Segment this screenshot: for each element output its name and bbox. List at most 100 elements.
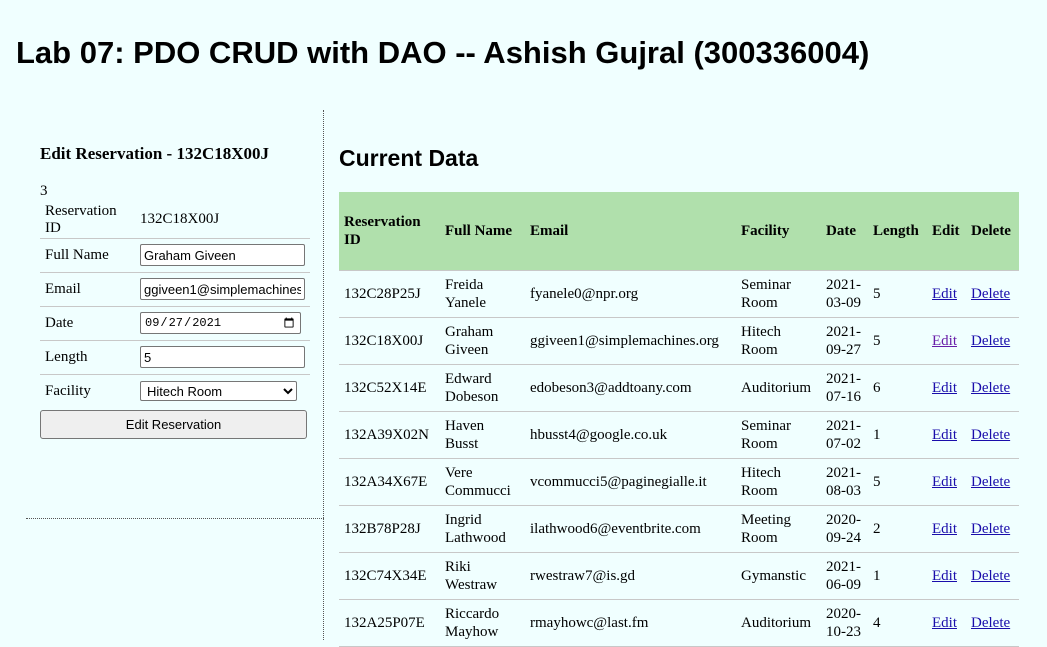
email-label: Email (45, 280, 81, 297)
delete-link[interactable]: Delete (971, 615, 1010, 631)
cell-length: 5 (868, 270, 927, 318)
cell-date: 2021-06-09 (821, 552, 868, 600)
full-name-label: Full Name (45, 246, 109, 263)
vertical-divider (323, 110, 324, 640)
form-row-date: Date (40, 306, 310, 340)
full-name-input[interactable] (140, 244, 305, 266)
form-row-facility: Facility Hitech Room (40, 374, 310, 408)
col-header-email: Email (525, 192, 736, 271)
delete-link[interactable]: Delete (971, 474, 1010, 490)
cell-full-name: Riccardo Mayhow (440, 599, 525, 647)
edit-link[interactable]: Edit (932, 521, 957, 537)
cell-full-name: Haven Busst (440, 411, 525, 459)
cell-facility: Auditorium (736, 364, 821, 412)
reservation-id-label: Reservation ID (45, 202, 117, 236)
delete-link[interactable]: Delete (971, 380, 1010, 396)
cell-full-name: Edward Dobeson (440, 364, 525, 412)
reservations-table: Reservation ID Full Name Email Facility … (339, 192, 1019, 647)
col-header-reservation-id: Reservation ID (339, 192, 440, 271)
table-row: 132B78P28J Ingrid Lathwood ilathwood6@ev… (339, 505, 1019, 553)
cell-email: vcommucci5@paginegialle.it (525, 458, 736, 506)
length-input[interactable] (140, 346, 305, 368)
edit-link[interactable]: Edit (932, 427, 957, 443)
cell-email: edobeson3@addtoany.com (525, 364, 736, 412)
cell-date: 2021-09-27 (821, 317, 868, 365)
form-row-reservation-id: Reservation ID 132C18X00J (40, 202, 310, 238)
cell-length: 1 (868, 411, 927, 459)
facility-label: Facility (45, 382, 91, 399)
cell-facility: Seminar Room (736, 270, 821, 318)
cell-facility: Gymanstic (736, 552, 821, 600)
table-row: 132C74X34E Riki Westraw rwestraw7@is.gd … (339, 552, 1019, 600)
cell-full-name: Graham Giveen (440, 317, 525, 365)
form-row-full-name: Full Name (40, 238, 310, 272)
table-row: 132C28P25J Freida Yanele fyanele0@npr.or… (339, 270, 1019, 318)
delete-link[interactable]: Delete (971, 286, 1010, 302)
reservation-id-value: 132C18X00J (140, 211, 220, 228)
cell-full-name: Vere Commucci (440, 458, 525, 506)
cell-facility: Hitech Room (736, 458, 821, 506)
cell-email: ilathwood6@eventbrite.com (525, 505, 736, 553)
horizontal-divider (26, 518, 324, 519)
form-row-email: Email (40, 272, 310, 306)
cell-length: 6 (868, 364, 927, 412)
delete-link[interactable]: Delete (971, 427, 1010, 443)
cell-date: 2020-10-23 (821, 599, 868, 647)
col-header-full-name: Full Name (440, 192, 525, 271)
cell-facility: Auditorium (736, 599, 821, 647)
cell-date: 2021-03-09 (821, 270, 868, 318)
table-row: 132C52X14E Edward Dobeson edobeson3@addt… (339, 364, 1019, 412)
cell-full-name: Riki Westraw (440, 552, 525, 600)
cell-reservation-id: 132A34X67E (339, 458, 440, 506)
facility-select[interactable]: Hitech Room (140, 381, 297, 402)
col-header-facility: Facility (736, 192, 821, 271)
current-data-heading: Current Data (339, 145, 479, 171)
cell-date: 2021-07-16 (821, 364, 868, 412)
cell-facility: Hitech Room (736, 317, 821, 365)
cell-full-name: Freida Yanele (440, 270, 525, 318)
table-row: 132C18X00J Graham Giveen ggiveen1@simple… (339, 317, 1019, 365)
col-header-date: Date (821, 192, 868, 271)
delete-link[interactable]: Delete (971, 521, 1010, 537)
cell-reservation-id: 132C18X00J (339, 317, 440, 365)
date-label: Date (45, 314, 74, 331)
edit-link[interactable]: Edit (932, 474, 957, 490)
col-header-length: Length (868, 192, 927, 271)
cell-reservation-id: 132B78P28J (339, 505, 440, 553)
cell-reservation-id: 132C52X14E (339, 364, 440, 412)
cell-email: fyanele0@npr.org (525, 270, 736, 318)
cell-date: 2020-09-24 (821, 505, 868, 553)
edit-link[interactable]: Edit (932, 286, 957, 302)
edit-reservation-button[interactable]: Edit Reservation (40, 410, 307, 439)
cell-email: rmayhowc@last.fm (525, 599, 736, 647)
page-title: Lab 07: PDO CRUD with DAO -- Ashish Gujr… (16, 35, 870, 70)
delete-link[interactable]: Delete (971, 568, 1010, 584)
cell-length: 5 (868, 317, 927, 365)
date-input[interactable] (140, 312, 301, 334)
table-row: 132A34X67E Vere Commucci vcommucci5@pagi… (339, 458, 1019, 506)
edit-form-heading: Edit Reservation - 132C18X00J (40, 144, 270, 163)
cell-reservation-id: 132C28P25J (339, 270, 440, 318)
cell-full-name: Ingrid Lathwood (440, 505, 525, 553)
table-header-row: Reservation ID Full Name Email Facility … (339, 192, 1019, 271)
row-number: 3 (40, 183, 48, 199)
edit-link[interactable]: Edit (932, 380, 957, 396)
cell-facility: Seminar Room (736, 411, 821, 459)
edit-link[interactable]: Edit (932, 568, 957, 584)
cell-date: 2021-07-02 (821, 411, 868, 459)
cell-length: 2 (868, 505, 927, 553)
edit-form-table: Reservation ID 132C18X00J Full Name Emai… (40, 202, 310, 408)
col-header-delete: Delete (966, 192, 1019, 271)
delete-link[interactable]: Delete (971, 333, 1010, 349)
edit-link[interactable]: Edit (932, 615, 957, 631)
cell-email: ggiveen1@simplemachines.org (525, 317, 736, 365)
cell-length: 4 (868, 599, 927, 647)
length-label: Length (45, 348, 88, 365)
current-data-section: Current Data Reservation ID Full Name Em… (339, 144, 1019, 647)
cell-email: hbusst4@google.co.uk (525, 411, 736, 459)
edit-link[interactable]: Edit (932, 333, 957, 349)
cell-facility: Meeting Room (736, 505, 821, 553)
email-input[interactable] (140, 278, 305, 300)
edit-reservation-form: Reservation ID 132C18X00J Full Name Emai… (40, 202, 312, 439)
cell-length: 5 (868, 458, 927, 506)
